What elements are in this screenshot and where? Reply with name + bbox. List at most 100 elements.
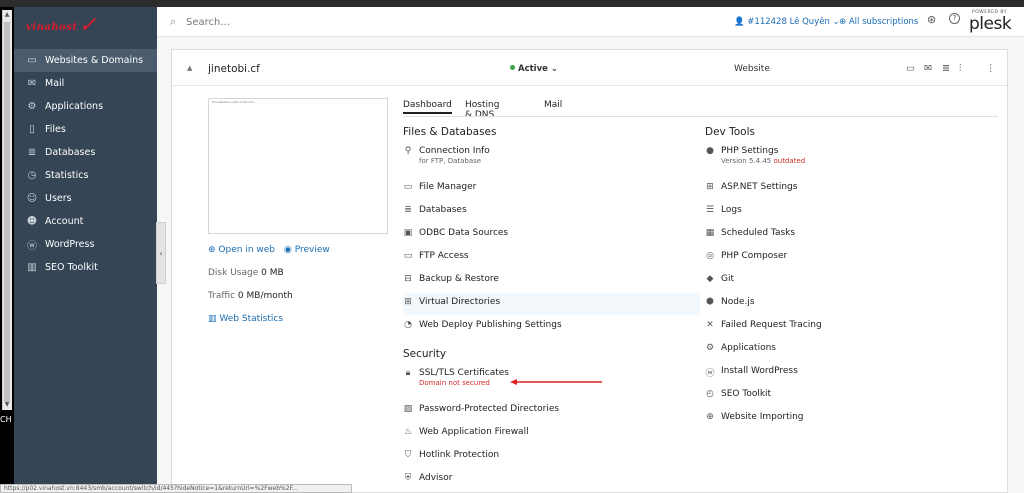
php-settings-item[interactable]: ● PHP Settings Version 5.4.45 outdated [705,142,985,172]
item-label: Applications [721,343,776,353]
sidebar-item-label: Databases [45,147,96,158]
php-version: Version 5.4.45 [721,157,772,165]
chevron-left-icon: ‹ [159,248,163,258]
disk-usage-label: Disk Usage [208,268,259,278]
top-header: ⌕ 👤 #112428 Lê Quyên ⌄ ⊕ All subscriptio… [157,7,1024,37]
sidebar-item-statistics[interactable]: ◷ Statistics [14,164,157,187]
scheduled-tasks-item[interactable]: ▦ Scheduled Tasks [705,224,985,246]
seo-toolkit-item[interactable]: ◴ SEO Toolkit [705,385,985,407]
disk-usage-value: 0 MB [261,268,284,278]
preview-link[interactable]: ◉ Preview [284,245,330,255]
item-sub: Version 5.4.45 outdated [721,157,805,165]
item-sub: for FTP, Database [419,157,482,165]
git-item[interactable]: ◆ Git [705,270,985,292]
domain-name[interactable]: jinetobi.cf [208,63,260,75]
scroll-down-arrow-icon[interactable]: ▼ [2,400,12,410]
odbc-data-sources-item[interactable]: ▣ ODBC Data Sources [403,224,700,246]
database-icon: ≣ [404,205,412,215]
sidebar-item-label: Websites & Domains [45,55,144,66]
nodejs-item[interactable]: ⬢ Node.js [705,293,985,315]
sidebar-item-mail[interactable]: ✉ Mail [14,72,157,95]
account-menu[interactable]: 👤 #112428 Lê Quyên ⌄ [734,17,840,27]
password-protected-directories-item[interactable]: ▨ Password-Protected Directories [403,400,700,422]
tab-mail[interactable]: Mail [544,100,562,110]
status-label: Active [518,64,548,74]
folder-icon[interactable]: ▭ [906,63,915,74]
seo-icon: ◴ [706,389,714,399]
virtual-directories-item[interactable]: ⊞ Virtual Directories [403,293,700,315]
website-preview-thumbnail[interactable]: This website is under construction [208,98,388,234]
php-composer-item[interactable]: ◎ PHP Composer [705,247,985,269]
search-input[interactable] [186,14,386,30]
databases-item[interactable]: ≣ Databases [403,201,700,223]
mail-icon[interactable]: ✉ [924,63,932,74]
connection-info-item[interactable]: ⚲ Connection Info for FTP, Database [403,142,700,172]
sidebar-item-websites-domains[interactable]: ▭ Websites & Domains [14,49,157,72]
sidebar-item-account[interactable]: ☻ Account [14,210,157,233]
settings-sliders-icon[interactable]: ⫶ [959,63,961,74]
backup-restore-item[interactable]: ⊟ Backup & Restore [403,270,700,292]
sidebar-item-databases[interactable]: ≣ Databases [14,141,157,164]
sidebar-item-applications[interactable]: ⚙ Applications [14,95,157,118]
shield-icon: ⛉ [404,450,412,460]
more-options-icon[interactable]: ⋮ [986,63,996,74]
clock-icon: ◷ [27,170,37,181]
chart-icon: ▥ [27,262,37,273]
gear-icon: ⚙ [27,101,37,112]
website-importing-item[interactable]: ⊕ Website Importing [705,408,985,430]
left-strip-label: CH [0,415,12,424]
logs-icon: ☰ [705,205,715,215]
subscriptions-label: All subscriptions [848,17,919,27]
install-wordpress-item[interactable]: ⓦ Install WordPress [705,362,985,384]
web-deploy-item[interactable]: ◔ Web Deploy Publishing Settings [403,316,700,338]
globe-icon: ⊕ [839,17,847,27]
open-in-web-link[interactable]: ⊕ Open in web [208,245,275,255]
database-icon[interactable]: ≣ [942,63,950,74]
subscriptions-menu[interactable]: ⊕ All subscriptions [839,17,918,27]
lifebuoy-icon[interactable]: ⊛ [927,13,936,26]
ftp-access-item[interactable]: ▭ FTP Access [403,247,700,269]
tab-hosting-dns[interactable]: Hosting & DNS [465,100,499,120]
backup-icon: ⊟ [404,274,412,284]
status-badge[interactable]: Active ⌄ [510,64,558,74]
vinahost-logo[interactable]: vinahost✓ [14,7,157,49]
applications-item[interactable]: ⚙ Applications [705,339,985,361]
sidebar-item-seo-toolkit[interactable]: ▥ SEO Toolkit [14,256,157,279]
help-icon[interactable]: ? [949,13,960,24]
open-in-web-label: Open in web [218,245,275,255]
preview-label: Preview [294,245,330,255]
nodejs-icon: ⬢ [706,297,714,307]
item-sub-warning: Domain not secured [419,379,490,387]
sidebar-item-files[interactable]: ▯ Files [14,118,157,141]
item-label: FTP Access [419,251,469,261]
item-label: Backup & Restore [419,274,499,284]
web-statistics-link[interactable]: ▥ Web Statistics [208,314,283,324]
windows-icon: ⊞ [706,182,714,192]
tab-dashboard[interactable]: Dashboard [403,100,452,114]
collapse-caret-icon[interactable]: ▲ [187,64,192,72]
logs-item[interactable]: ☰ Logs [705,201,985,223]
calendar-icon: ▦ [705,228,715,238]
composer-icon: ◎ [706,251,714,261]
item-label: ASP.NET Settings [721,182,798,192]
plesk-logo[interactable]: plesk [969,14,1012,34]
scrollbar-thumb[interactable] [4,22,10,402]
sitemap-icon: ⊞ [404,297,412,307]
status-bar-url: https://p02.vinahost.vn:8443/smb/account… [0,484,352,493]
sidebar-item-label: Files [45,124,66,135]
scroll-up-arrow-icon[interactable]: ▲ [2,10,12,20]
wordpress-icon: ⓦ [705,369,715,379]
php-outdated-warning: outdated [773,157,806,165]
web-application-firewall-item[interactable]: ♨ Web Application Firewall [403,423,700,445]
folder-icon: ▭ [403,182,413,192]
item-label: Advisor [419,473,453,483]
sidebar-item-wordpress[interactable]: ⓦ WordPress [14,233,157,256]
aspnet-settings-item[interactable]: ⊞ ASP.NET Settings [705,178,985,200]
sidebar-item-users[interactable]: ☺ Users [14,187,157,210]
failed-request-tracing-item[interactable]: ✕ Failed Request Tracing [705,316,985,338]
file-manager-item[interactable]: ▭ File Manager [403,178,700,200]
logo-text: vinahost [26,22,78,33]
sidebar-collapse-toggle[interactable]: ‹ [156,222,166,284]
hotlink-protection-item[interactable]: ⛉ Hotlink Protection [403,446,700,468]
advisor-item[interactable]: ⛨ Advisor [403,469,700,491]
